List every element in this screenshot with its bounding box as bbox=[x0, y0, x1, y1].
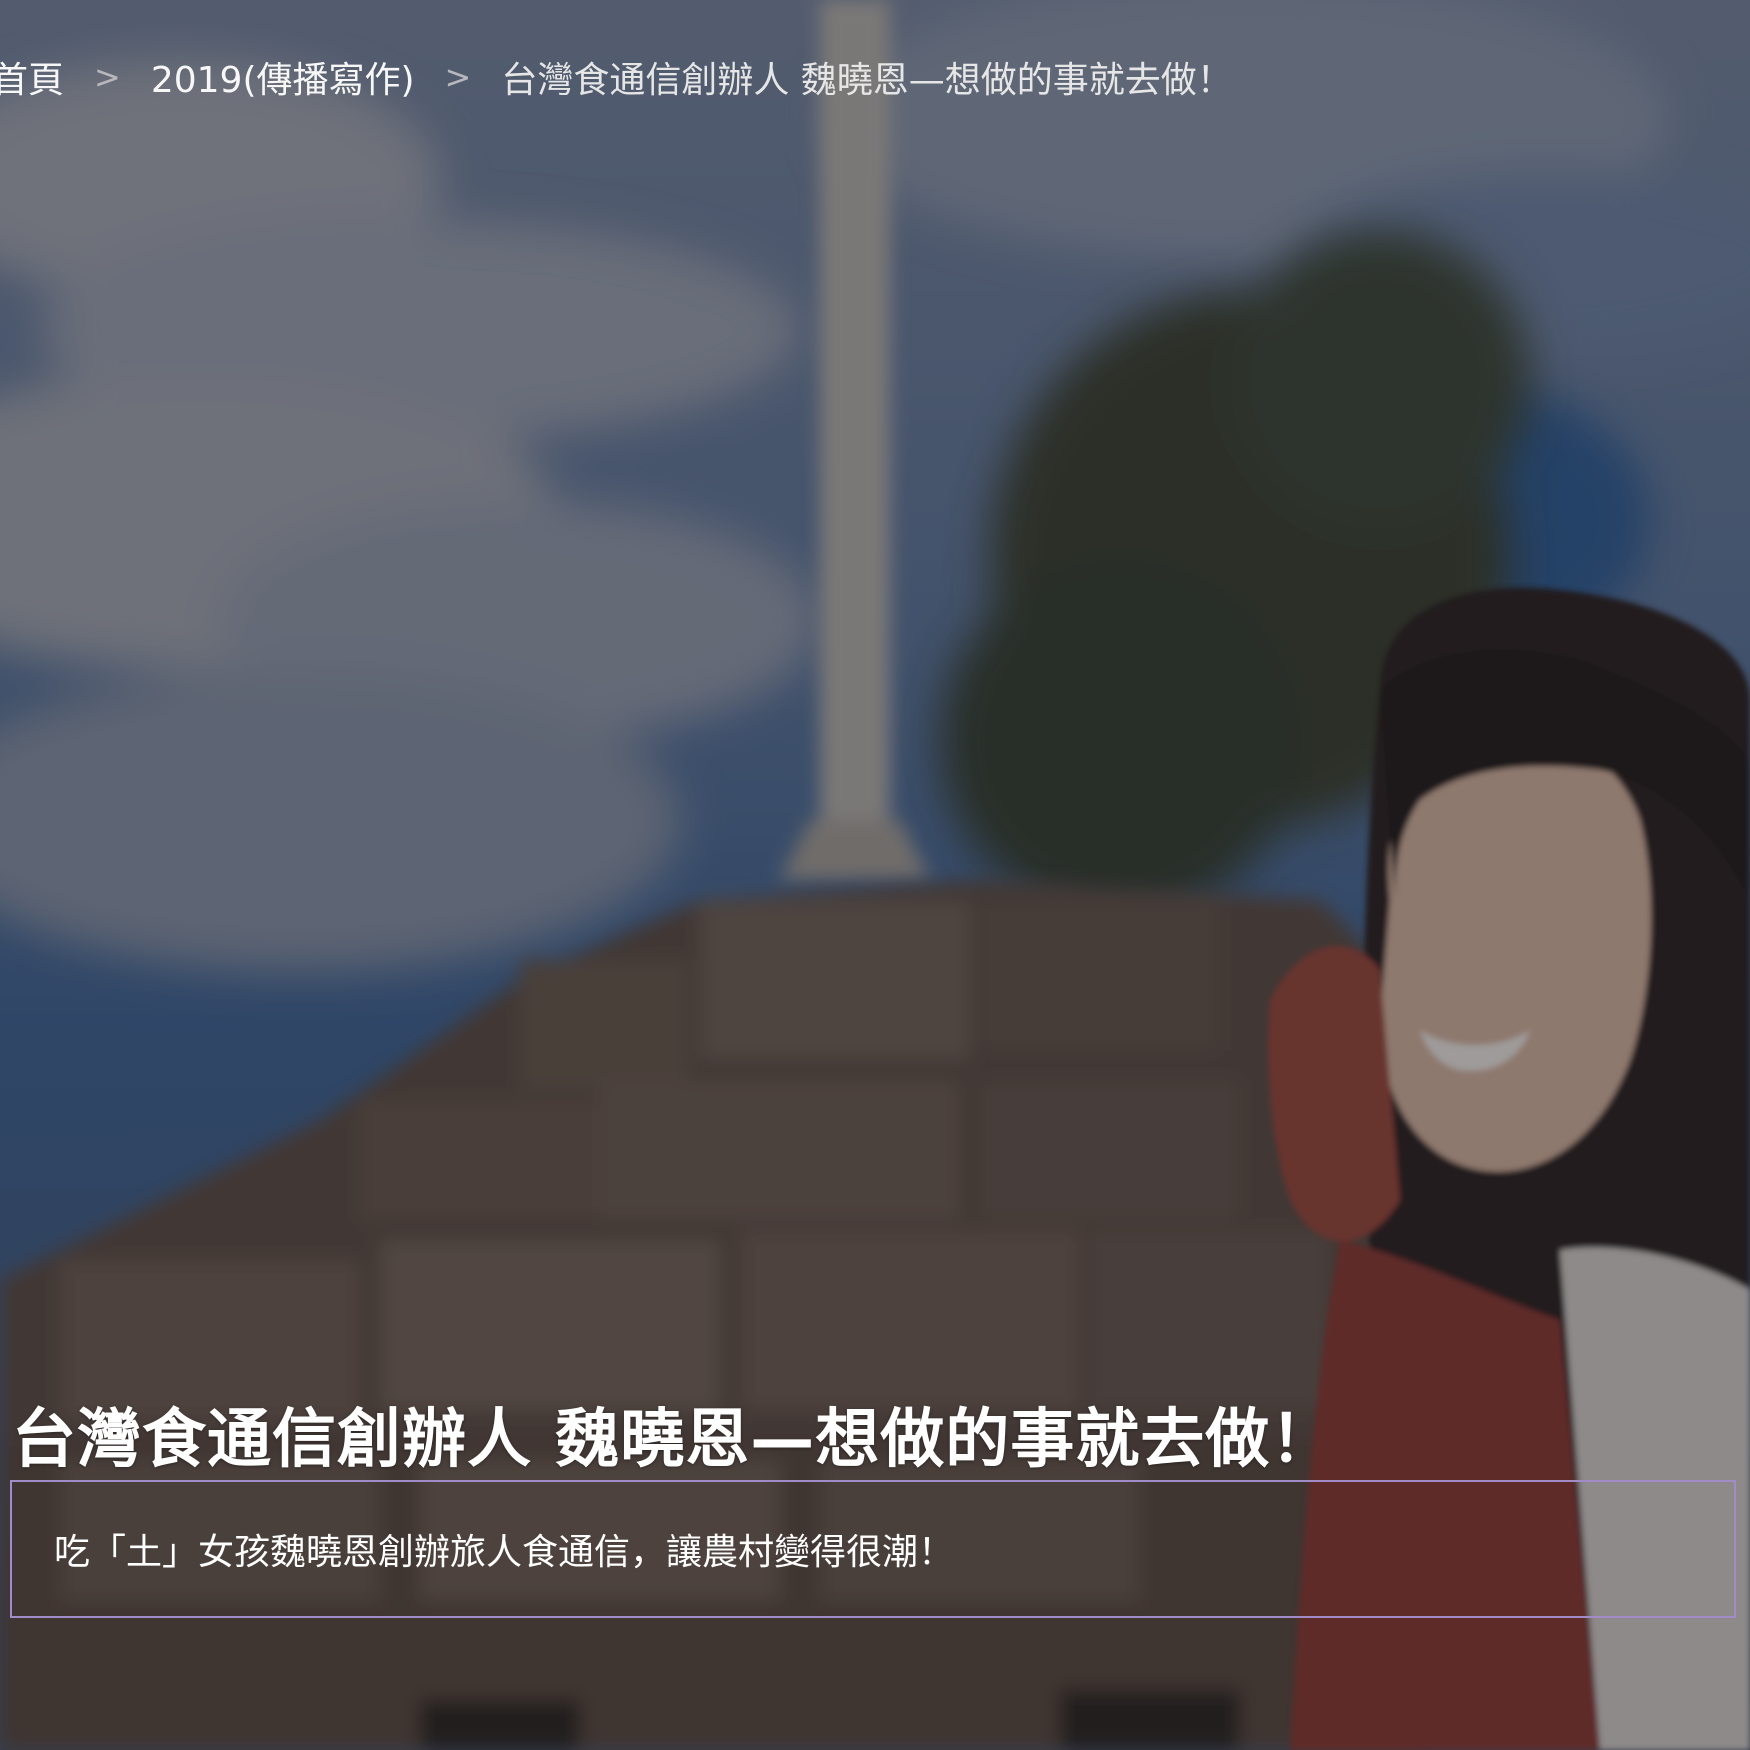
breadcrumb-separator: > bbox=[444, 58, 472, 96]
article-summary: 吃「土」女孩魏曉恩創辦旅人食通信，讓農村變得很潮！ bbox=[54, 1532, 955, 1573]
article-summary-box: 吃「土」女孩魏曉恩創辦旅人食通信，讓農村變得很潮！ bbox=[10, 1480, 1736, 1618]
article-title: 台灣食通信創辦人 魏曉恩—想做的事就去做！ bbox=[12, 1403, 1336, 1477]
breadcrumb-home-link[interactable]: 首頁 bbox=[0, 51, 64, 103]
breadcrumb-category-link[interactable]: 2019(傳播寫作) bbox=[151, 51, 415, 103]
breadcrumb-current-page: 台灣食通信創辦人 魏曉恩—想做的事就去做！ bbox=[501, 60, 1233, 101]
hero-banner: 首頁 > 2019(傳播寫作) > 台灣食通信創辦人 魏曉恩—想做的事就去做！ … bbox=[0, 0, 1750, 1750]
breadcrumb-separator: > bbox=[94, 58, 121, 96]
breadcrumb: 首頁 > 2019(傳播寫作) > 台灣食通信創辦人 魏曉恩—想做的事就去做！ bbox=[0, 50, 1233, 104]
